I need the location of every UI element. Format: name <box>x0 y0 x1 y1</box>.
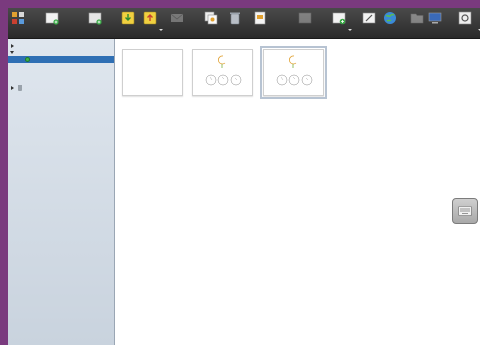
open-sankore-label <box>446 27 480 35</box>
new-folder-button[interactable] <box>82 9 108 37</box>
tree-item-document[interactable] <box>8 70 114 77</box>
web-icon <box>384 12 396 24</box>
export-button[interactable] <box>141 9 163 37</box>
page-thumbnail-2[interactable] <box>260 46 327 99</box>
main-toolbar <box>8 8 480 39</box>
open-sankore-icon <box>458 11 472 25</box>
keyboard-icon <box>458 206 472 216</box>
open-page-label <box>242 27 278 35</box>
send-label <box>160 27 194 35</box>
open-page-button[interactable] <box>248 9 272 37</box>
add-to-document-label <box>281 27 329 35</box>
tools-label <box>4 27 32 35</box>
desktop-button[interactable] <box>426 9 444 37</box>
current-document-icon <box>25 57 30 62</box>
add-dropdown-arrow[interactable] <box>348 29 352 31</box>
board-icon <box>362 12 376 24</box>
desktop-icon <box>428 12 442 24</box>
send-button[interactable] <box>166 9 188 37</box>
trash-icon <box>18 84 22 91</box>
virtual-keyboard-button[interactable] <box>452 198 478 224</box>
new-folder-icon <box>88 12 102 25</box>
page-thumbnails-area <box>115 39 480 345</box>
new-document-button[interactable] <box>38 9 66 37</box>
tree-item-folder[interactable] <box>8 42 114 49</box>
trash-icon <box>230 12 240 25</box>
duplicate-icon <box>204 11 218 25</box>
page-content-drawing <box>276 55 313 86</box>
open-page-icon <box>254 11 266 25</box>
tools-button[interactable] <box>10 9 26 37</box>
new-folder-label <box>76 27 114 35</box>
open-sankore-button[interactable] <box>452 9 480 37</box>
add-button[interactable] <box>330 9 352 37</box>
document-tree <box>8 39 115 345</box>
tools-icon <box>12 12 24 24</box>
expanded-arrow-icon[interactable] <box>10 51 14 54</box>
web-button[interactable] <box>382 9 398 37</box>
documents-icon <box>410 13 424 24</box>
tree-item-document[interactable] <box>8 63 114 70</box>
tree-item-folder[interactable] <box>8 77 114 84</box>
add-to-document-icon <box>298 12 312 24</box>
tree-item-folder[interactable] <box>8 49 114 56</box>
duplicate-button[interactable] <box>202 9 220 37</box>
page-thumbnail-1[interactable] <box>192 49 253 96</box>
collapsed-arrow-icon[interactable] <box>11 43 14 48</box>
add-to-document-button[interactable] <box>287 9 323 37</box>
add-icon <box>332 12 346 25</box>
export-icon <box>143 11 157 25</box>
page-thumbnail-title[interactable] <box>122 49 183 96</box>
page-content-drawing <box>205 55 242 86</box>
new-document-icon <box>45 12 59 25</box>
send-icon <box>170 13 184 22</box>
import-button[interactable] <box>120 9 136 37</box>
import-icon <box>121 11 135 25</box>
collapsed-arrow-icon[interactable] <box>11 85 14 90</box>
new-document-label <box>32 27 72 35</box>
tree-item-trash[interactable] <box>8 84 114 91</box>
tree-item-selected-document[interactable] <box>8 56 114 63</box>
